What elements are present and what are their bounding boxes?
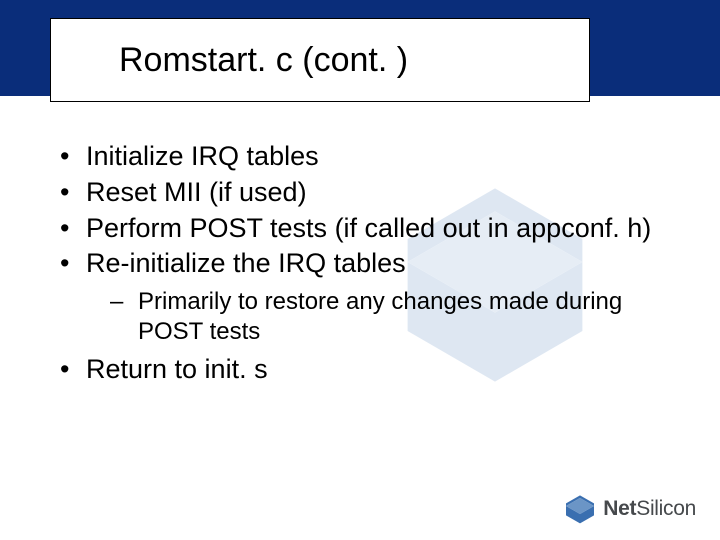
logo-icon	[563, 494, 597, 524]
sub-list: Primarily to restore any changes made du…	[86, 287, 680, 347]
title-box: Romstart. c (cont. )	[50, 18, 590, 102]
sub-list-item: Primarily to restore any changes made du…	[110, 287, 680, 347]
list-item: Re-initialize the IRQ tables Primarily t…	[56, 247, 680, 347]
list-item: Return to init. s	[56, 353, 680, 387]
list-item: Reset MII (if used)	[56, 176, 680, 210]
logo-silicon: Silicon	[636, 497, 696, 520]
logo-text: NetSilicon	[603, 497, 696, 521]
footer-logo: NetSilicon	[563, 494, 696, 524]
content-area: Initialize IRQ tables Reset MII (if used…	[56, 140, 680, 389]
bullet-list: Initialize IRQ tables Reset MII (if used…	[56, 140, 680, 387]
list-item-text: Re-initialize the IRQ tables	[86, 248, 406, 278]
logo-net: Net	[603, 497, 636, 520]
list-item: Perform POST tests (if called out in app…	[56, 212, 680, 246]
list-item: Initialize IRQ tables	[56, 140, 680, 174]
slide-title: Romstart. c (cont. )	[119, 41, 408, 80]
